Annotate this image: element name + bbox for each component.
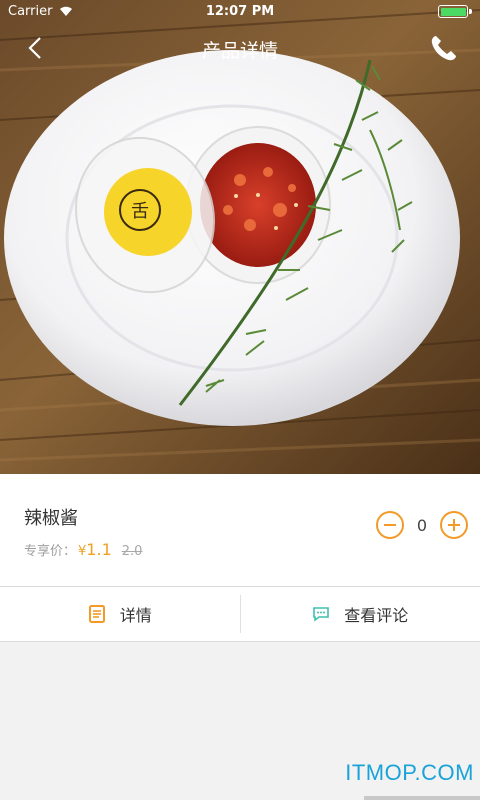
app-screen: 舌 Carrier 12:07 PM 产品详情 辣椒酱 专享价： ¥1.1 2.… <box>0 0 480 800</box>
tab-details[interactable]: 详情 <box>0 587 240 641</box>
minus-icon <box>384 524 396 526</box>
tab-bar: 详情 查看评论 <box>0 586 480 642</box>
quantity-stepper: 0 <box>376 510 468 540</box>
price-label: 专享价： <box>24 544 77 559</box>
price-row: 专享价： ¥1.1 2.0 <box>24 540 142 559</box>
original-price: 2.0 <box>121 544 143 559</box>
product-info: 辣椒酱 专享价： ¥1.1 2.0 0 <box>0 474 480 586</box>
battery-icon <box>438 5 472 18</box>
tab-reviews-label: 查看评论 <box>344 606 409 625</box>
special-price: 1.1 <box>86 540 112 559</box>
page-title: 产品详情 <box>201 40 278 62</box>
chat-bubble-icon <box>313 607 330 622</box>
phone-icon <box>431 36 456 61</box>
increase-button[interactable] <box>440 511 468 539</box>
product-name: 辣椒酱 <box>24 508 78 529</box>
nav-bar: 产品详情 <box>0 24 480 72</box>
container-logo-text: 舌 <box>131 201 149 222</box>
tab-reviews[interactable]: 查看评论 <box>241 587 480 641</box>
tab-details-label: 详情 <box>119 606 152 625</box>
document-icon <box>88 605 105 623</box>
status-time: 12:07 PM <box>205 4 275 19</box>
scrollbar <box>364 796 480 800</box>
decrease-button[interactable] <box>376 511 404 539</box>
call-button[interactable] <box>426 30 462 66</box>
quantity-value: 0 <box>416 515 428 535</box>
status-bar: Carrier 12:07 PM <box>0 0 480 24</box>
watermark: ITMOP.COM <box>345 760 474 785</box>
